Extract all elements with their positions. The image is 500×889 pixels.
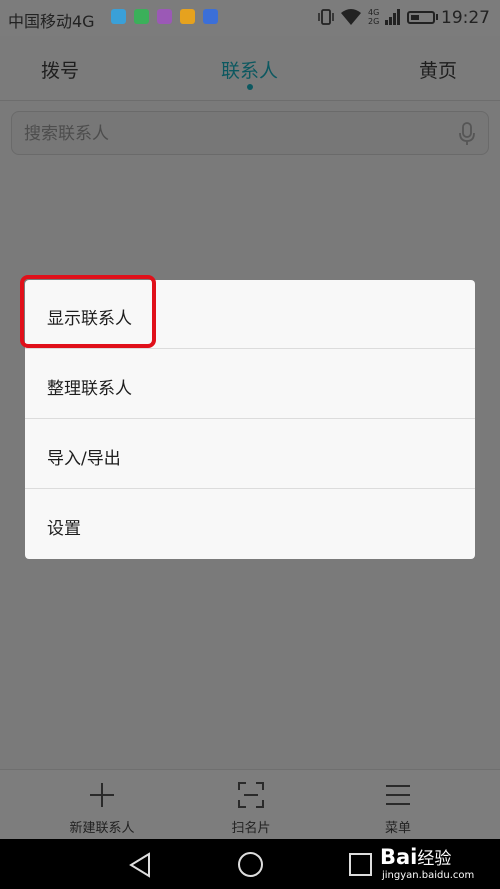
menu-item-label: 整理联系人	[47, 379, 132, 399]
plus-icon	[90, 783, 114, 807]
status-indicators: 4G 2G	[318, 8, 439, 26]
wifi-icon	[341, 9, 361, 25]
watermark-brand: Bai	[380, 845, 418, 869]
scan-card-label: 扫名片	[231, 821, 271, 836]
notification-icons	[111, 9, 218, 24]
network-type: 4G 2G	[368, 8, 379, 26]
watermark-url: jingyan.baidu.com	[382, 870, 475, 881]
vibrate-icon	[318, 9, 334, 25]
network-type-top: 4G	[368, 8, 380, 17]
new-contact-label: 新建联系人	[69, 821, 135, 836]
scan-icon	[238, 782, 264, 808]
menu-label: 菜单	[384, 821, 411, 836]
menu-icon	[386, 785, 410, 805]
app-notification-icon	[203, 9, 218, 24]
watermark-suffix: 经验	[417, 849, 452, 869]
tab-dialer[interactable]: 拨号	[41, 56, 79, 83]
app-notification-icon	[157, 9, 172, 24]
scan-card-button[interactable]: 扫名片	[191, 770, 311, 840]
app-notification-icon	[180, 9, 195, 24]
bottom-action-bar: 新建联系人 扫名片 菜单	[0, 769, 500, 840]
home-icon[interactable]	[237, 851, 264, 878]
tab-contacts[interactable]: 联系人	[221, 56, 278, 83]
carrier-label: 中国移动4G	[8, 12, 95, 31]
battery-tip	[436, 14, 439, 20]
menu-item-organize-contacts[interactable]: 整理联系人	[25, 350, 475, 419]
signal-icon	[385, 9, 401, 25]
clock: 19:27	[441, 8, 490, 28]
mic-icon[interactable]	[458, 122, 476, 146]
menu-item-label: 设置	[47, 519, 81, 539]
status-bar: 中国移动4G 4G 2G 19:27	[0, 0, 500, 36]
menu-button[interactable]: 菜单	[338, 770, 458, 840]
network-type-bottom: 2G	[368, 17, 380, 26]
back-icon[interactable]	[128, 852, 152, 878]
menu-item-import-export[interactable]: 导入/导出	[25, 420, 475, 489]
recents-icon[interactable]	[349, 853, 372, 876]
search-input[interactable]	[12, 112, 456, 156]
menu-item-label: 导入/导出	[47, 449, 121, 469]
baidu-watermark: Bai经验 jingyan.baidu.com	[380, 844, 474, 881]
tab-bar: 拨号 联系人 黄页	[0, 36, 500, 101]
highlight-annotation	[20, 275, 156, 348]
active-tab-indicator	[247, 84, 253, 90]
battery-icon	[407, 10, 436, 24]
app-notification-icon	[111, 9, 126, 24]
search-box[interactable]	[11, 111, 489, 156]
tab-yellow-pages[interactable]: 黄页	[419, 56, 457, 83]
menu-item-settings[interactable]: 设置	[25, 490, 475, 559]
new-contact-button[interactable]: 新建联系人	[42, 770, 162, 840]
app-notification-icon	[134, 9, 149, 24]
